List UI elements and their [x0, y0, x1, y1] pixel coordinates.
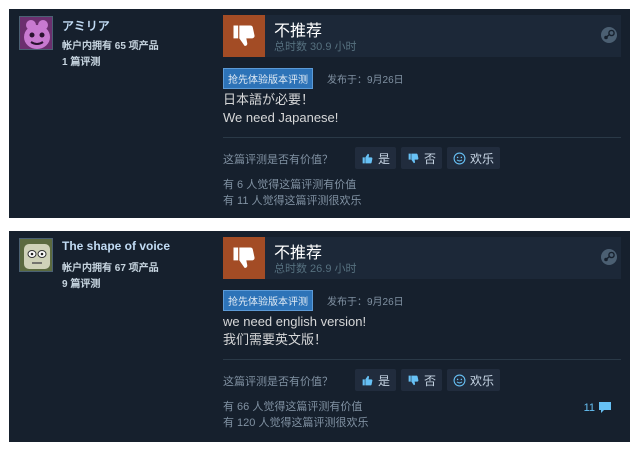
content-line: We need Japanese!: [223, 110, 339, 125]
hours-played: 总时数 26.9 小时: [274, 263, 357, 275]
vote-header[interactable]: 不推荐 总时数 26.9 小时: [223, 237, 621, 279]
thumbs-down-icon: [408, 153, 419, 163]
vote-no-button[interactable]: 否: [401, 147, 443, 169]
content-line: we need english version!: [223, 314, 367, 329]
helpful-question: 这篇评测是否有价值？: [223, 154, 333, 166]
vote-funny-button[interactable]: 欢乐: [447, 369, 501, 391]
vote-funny-label: 欢乐: [470, 151, 495, 166]
vote-yes-label: 是: [378, 151, 391, 166]
vote-funny-button[interactable]: 欢乐: [447, 147, 501, 169]
thumbs-down-icon: [408, 375, 419, 385]
vote-funny-label: 欢乐: [470, 373, 495, 388]
content-line: 日本語が必要！: [223, 92, 315, 107]
smile-icon: [453, 152, 466, 164]
vote-no-label: 否: [424, 373, 437, 388]
author-review-count[interactable]: 1 篇评测: [62, 53, 100, 68]
vote-no-button[interactable]: 否: [401, 369, 443, 391]
thumbs-up-icon: [362, 153, 373, 163]
steam-icon[interactable]: [600, 248, 618, 271]
avatar[interactable]: [19, 238, 53, 272]
divider: [223, 137, 621, 138]
review-body: 不推荐 总时数 30.9 小时 抢先体验版本评测 发布于：9月26日 日本語が必…: [223, 9, 630, 218]
helpful-count: 有 66 人觉得这篇评测有价值: [223, 401, 363, 413]
divider: [223, 359, 621, 360]
comments-link[interactable]: 11: [584, 401, 612, 414]
review-stats: 有 6 人觉得这篇评测有价值 有 11 人觉得这篇评测很欢乐: [223, 177, 362, 209]
avatar[interactable]: [19, 16, 53, 50]
funny-count: 有 11 人觉得这篇评测很欢乐: [223, 195, 362, 207]
review-content: we need english version! 我们需要英文版！: [223, 313, 366, 349]
thumbs-down-icon: [223, 15, 265, 57]
early-access-badge: 抢先体验版本评测: [223, 290, 313, 311]
author-products[interactable]: 帐户内拥有 67 项产品: [62, 259, 159, 274]
author-review-count[interactable]: 9 篇评测: [62, 275, 100, 290]
author-name[interactable]: アミリア: [62, 17, 110, 34]
thumbs-down-icon: [223, 237, 265, 279]
comment-icon: [599, 402, 611, 413]
posted-date: 发布于：9月26日: [327, 75, 404, 86]
vote-no-label: 否: [424, 151, 437, 166]
vote-yes-button[interactable]: 是: [355, 369, 397, 391]
content-line: 我们需要英文版！: [223, 332, 328, 347]
helpful-row: 这篇评测是否有价值？ 是 否 欢乐: [223, 147, 623, 169]
steam-icon[interactable]: [600, 26, 618, 49]
author-name[interactable]: The shape of voice: [62, 239, 170, 253]
vote-yes-label: 是: [378, 373, 391, 388]
vote-header[interactable]: 不推荐 总时数 30.9 小时: [223, 15, 621, 57]
review-card: The shape of voice 帐户内拥有 67 项产品 9 篇评测 不推…: [9, 231, 630, 442]
helpful-row: 这篇评测是否有价值？ 是 否 欢乐: [223, 369, 623, 391]
review-body: 不推荐 总时数 26.9 小时 抢先体验版本评测 发布于：9月26日 we ne…: [223, 231, 630, 442]
author-products[interactable]: 帐户内拥有 65 项产品: [62, 37, 159, 52]
vote-yes-button[interactable]: 是: [355, 147, 397, 169]
smile-icon: [453, 374, 466, 386]
comment-count: 11: [583, 401, 595, 414]
thumbs-up-icon: [362, 375, 373, 385]
review-card: アミリア 帐户内拥有 65 项产品 1 篇评测 不推荐 总时数 30.9 小时 …: [9, 9, 630, 218]
helpful-question: 这篇评测是否有价值？: [223, 376, 333, 388]
early-access-badge: 抢先体验版本评测: [223, 68, 313, 89]
posted-date: 发布于：9月26日: [327, 297, 404, 308]
hours-played: 总时数 30.9 小时: [274, 41, 357, 53]
review-content: 日本語が必要！ We need Japanese!: [223, 91, 338, 127]
review-stats: 有 66 人觉得这篇评测有价值 有 120 人觉得这篇评测很欢乐: [223, 399, 368, 431]
funny-count: 有 120 人觉得这篇评测很欢乐: [223, 417, 369, 429]
helpful-count: 有 6 人觉得这篇评测有价值: [223, 179, 357, 191]
